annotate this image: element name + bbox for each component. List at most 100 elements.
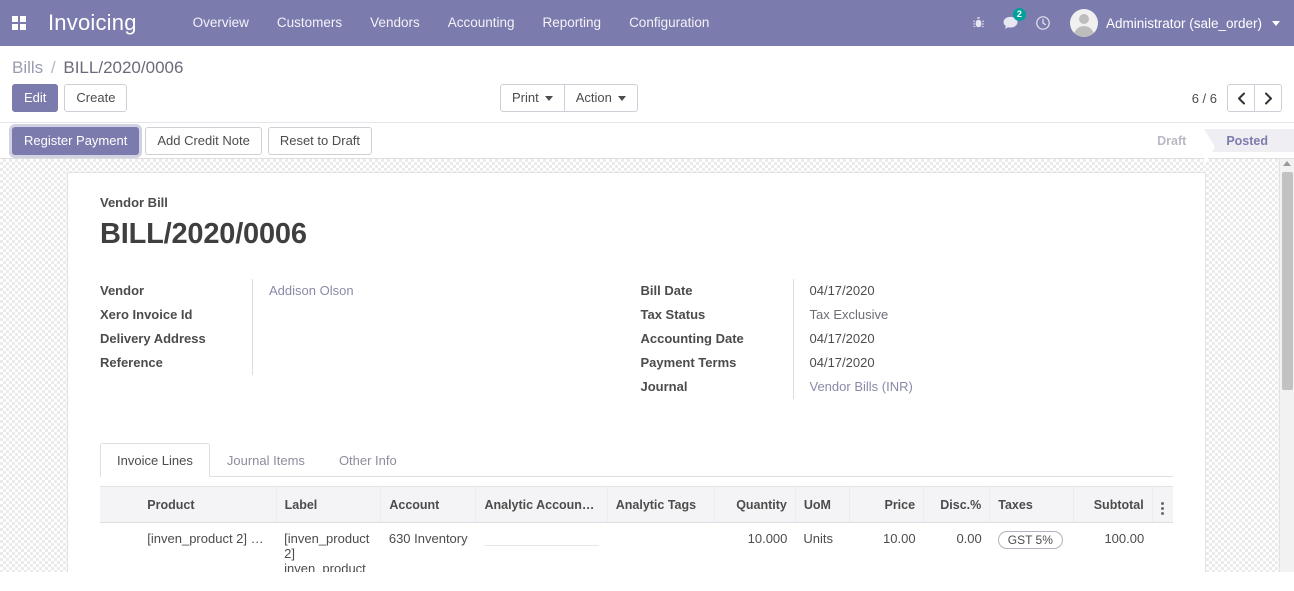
menu-item-vendors[interactable]: Vendors (356, 0, 434, 46)
control-panel: Edit Create Print Action 6 / 6 (0, 84, 1294, 122)
column-taxes[interactable]: Taxes (989, 486, 1075, 523)
column-discount[interactable]: Disc.% (923, 486, 991, 523)
cell-discount[interactable]: 0.00 (923, 522, 990, 572)
column-price[interactable]: Price (849, 486, 925, 523)
create-button[interactable]: Create (64, 84, 128, 112)
cell-price[interactable]: 10.00 (849, 522, 924, 572)
avatar (1069, 9, 1098, 37)
apps-menu-button[interactable] (0, 0, 38, 46)
field-value-payment-terms[interactable]: 04/17/2020 (810, 351, 875, 375)
bug-icon[interactable] (964, 0, 994, 46)
clock-icon[interactable] (1028, 0, 1058, 46)
top-navbar: Invoicing Overview Customers Vendors Acc… (0, 0, 1294, 46)
field-label-journal: Journal (640, 379, 688, 394)
scrollbar-thumb[interactable] (1282, 172, 1293, 390)
cell-account[interactable]: 630 Inventory (380, 522, 476, 572)
messages-count-badge: 2 (1012, 8, 1026, 21)
action-dropdown-button[interactable]: Action (563, 84, 638, 112)
menu-item-accounting[interactable]: Accounting (434, 0, 529, 46)
cell-taxes[interactable]: GST 5% (989, 522, 1074, 572)
caret-down-icon (544, 96, 553, 102)
field-divider (252, 327, 253, 351)
edit-button[interactable]: Edit (12, 84, 59, 112)
cell-product[interactable]: [inven_product 2] … (139, 522, 277, 572)
vertical-dots-icon[interactable] (1161, 502, 1165, 515)
vertical-scrollbar[interactable] (1279, 159, 1294, 572)
status-bar: Draft Posted (1135, 129, 1294, 166)
scroll-up-arrow-icon[interactable] (1283, 161, 1291, 166)
field-divider (792, 327, 794, 351)
cell-product-text: [inven_product 2] … (147, 531, 264, 546)
field-label-payment-terms: Payment Terms (640, 355, 737, 370)
messages-icon-button[interactable]: 2 (996, 0, 1026, 46)
cell-subtotal[interactable]: 100.00 (1073, 522, 1153, 572)
main-menu: Overview Customers Vendors Accounting Re… (179, 0, 724, 46)
field-payment-terms: Payment Terms 04/17/2020 (641, 351, 1174, 375)
status-stage-posted[interactable]: Posted (1204, 129, 1294, 152)
form-fields-left: Vendor Addison Olson Xero Invoice Id Del… (100, 279, 637, 399)
menu-item-reporting[interactable]: Reporting (529, 0, 616, 46)
status-action-bar: Register Payment Add Credit Note Reset t… (0, 122, 1294, 166)
field-reference: Reference (100, 351, 637, 375)
chevron-down-icon (1272, 20, 1280, 26)
cell-analytic-account[interactable] (475, 522, 608, 572)
cell-uom[interactable]: Units (795, 522, 850, 572)
status-stage-draft[interactable]: Draft (1135, 129, 1216, 166)
column-analytic-tags[interactable]: Analytic Tags (607, 486, 716, 523)
pager-count: 6 / 6 (1191, 90, 1217, 106)
column-product[interactable]: Product (139, 486, 277, 523)
tab-invoice-lines[interactable]: Invoice Lines (100, 443, 210, 477)
tab-journal-items[interactable]: Journal Items (210, 443, 322, 477)
cell-options[interactable] (1152, 522, 1173, 572)
cell-label[interactable]: [inven_product 2] inven_product 2 (276, 522, 381, 572)
notebook-tabs: Invoice Lines Journal Items Other Info (100, 443, 1173, 477)
reset-to-draft-button[interactable]: Reset to Draft (267, 126, 373, 155)
pager-previous-button[interactable] (1227, 84, 1255, 112)
field-value-vendor[interactable]: Addison Olson (269, 279, 354, 303)
field-xero-invoice-id: Xero Invoice Id (100, 303, 637, 327)
tab-other-info[interactable]: Other Info (322, 443, 414, 477)
menu-item-overview[interactable]: Overview (179, 0, 263, 46)
systray: 2 Administrator (sale_order) (964, 0, 1286, 46)
table-header-row: Product Label Account Analytic Accoun… A… (100, 486, 1173, 523)
column-analytic-account[interactable]: Analytic Accoun… (475, 486, 608, 523)
field-value-tax-status[interactable]: Tax Exclusive (810, 303, 889, 327)
table-body: [inven_product 2] … [inven_product 2] in… (100, 522, 1173, 572)
field-value-bill-date[interactable]: 04/17/2020 (810, 279, 875, 303)
column-subtotal[interactable]: Subtotal (1073, 486, 1153, 523)
cell-handle (100, 522, 140, 572)
menu-item-customers[interactable]: Customers (263, 0, 356, 46)
form-content-area: Vendor Bill BILL/2020/0006 Vendor Addiso… (0, 159, 1294, 572)
field-value-accounting-date[interactable]: 04/17/2020 (810, 327, 875, 351)
column-quantity[interactable]: Quantity (714, 486, 796, 523)
record-actions-group: Print Action (500, 84, 638, 112)
field-label-vendor: Vendor (100, 283, 145, 298)
column-handle (100, 486, 140, 523)
form-fields-right: Bill Date 04/17/2020 Tax Status Tax Excl… (637, 279, 1174, 399)
column-uom[interactable]: UoM (795, 486, 850, 523)
column-label[interactable]: Label (276, 486, 382, 523)
add-credit-note-button[interactable]: Add Credit Note (145, 126, 262, 155)
app-brand-title[interactable]: Invoicing (48, 10, 137, 36)
column-account[interactable]: Account (380, 486, 477, 523)
cell-quantity[interactable]: 10.000 (714, 522, 796, 572)
table-row[interactable]: [inven_product 2] … [inven_product 2] in… (100, 522, 1173, 572)
table-header: Product Label Account Analytic Accoun… A… (100, 486, 1173, 523)
pager-next-button[interactable] (1254, 84, 1282, 112)
field-label-bill-date: Bill Date (640, 283, 693, 298)
cell-analytic-tags[interactable] (607, 522, 715, 572)
breadcrumb-parent-link[interactable]: Bills (12, 58, 43, 77)
field-delivery-address: Delivery Address (100, 327, 637, 351)
user-menu-button[interactable]: Administrator (sale_order) (1060, 0, 1286, 46)
field-tax-status: Tax Status Tax Exclusive (641, 303, 1174, 327)
caret-down-icon (617, 96, 626, 102)
print-dropdown-button[interactable]: Print (500, 84, 565, 112)
breadcrumb-separator: / (50, 58, 56, 77)
field-value-journal[interactable]: Vendor Bills (INR) (810, 375, 913, 399)
breadcrumb: Bills / BILL/2020/0006 (12, 58, 1294, 78)
column-options[interactable] (1152, 486, 1173, 523)
field-label-delivery-address: Delivery Address (100, 331, 206, 346)
menu-item-configuration[interactable]: Configuration (615, 0, 723, 46)
register-payment-button[interactable]: Register Payment (12, 126, 140, 155)
invoice-lines-table: Product Label Account Analytic Accoun… A… (100, 486, 1173, 572)
